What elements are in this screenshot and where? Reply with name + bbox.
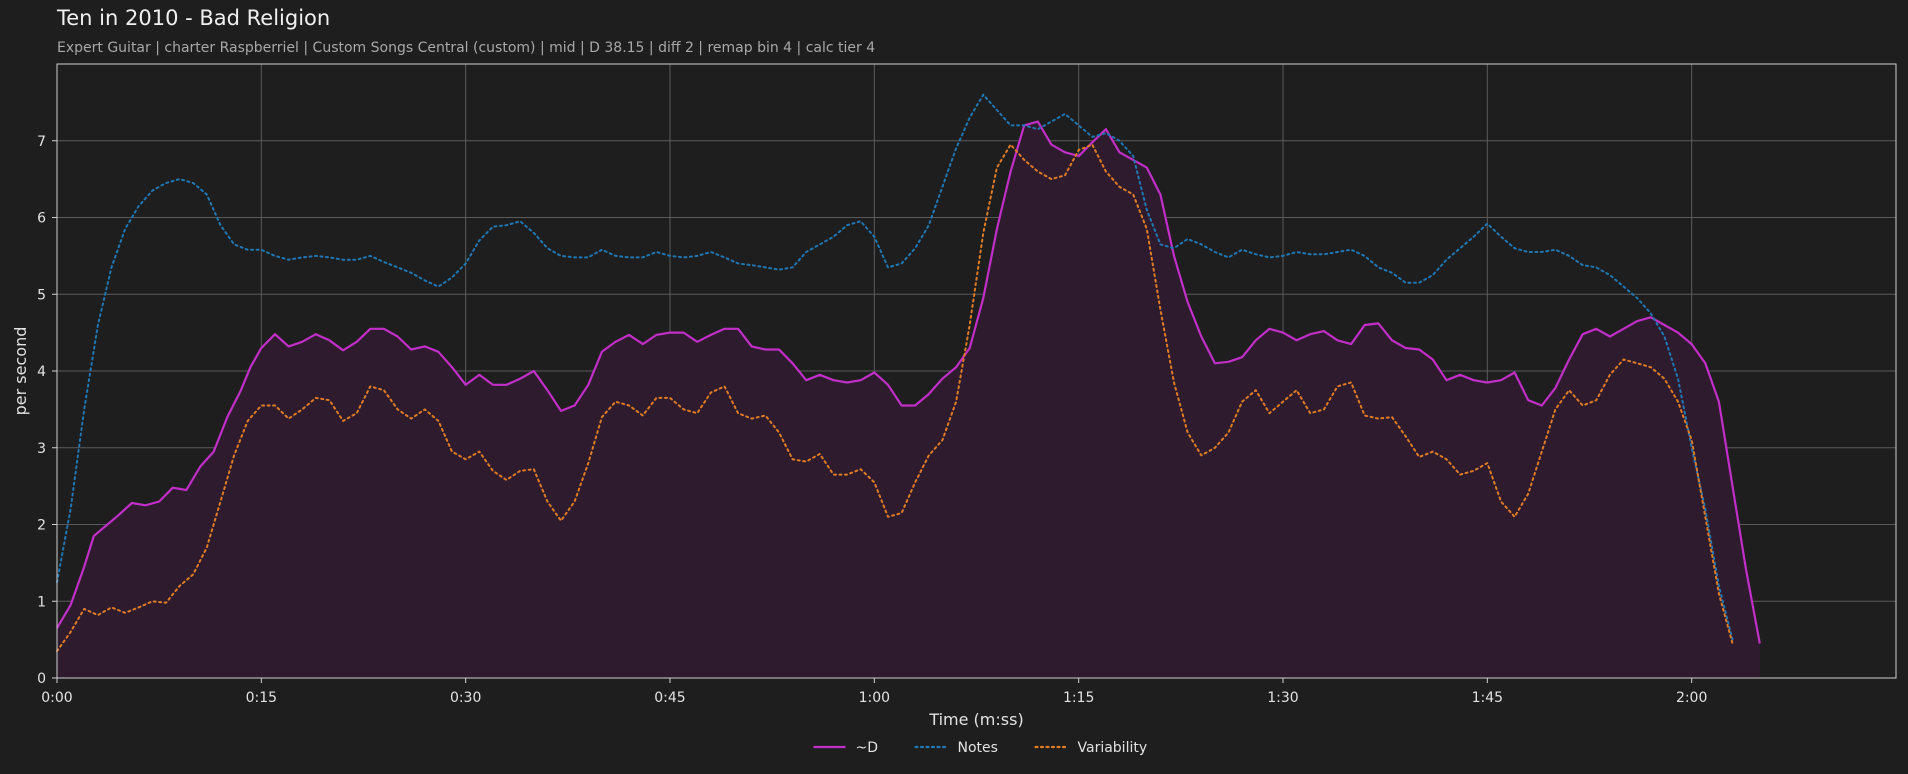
y-tick-label: 1 [37,594,46,610]
y-tick-label: 4 [37,364,46,380]
x-tick-label: 0:00 [41,690,72,706]
y-tick-label: 0 [37,671,46,687]
x-tick-label: 0:45 [654,690,685,706]
x-tick-label: 1:15 [1063,690,1094,706]
y-axis: 0 1 2 3 4 5 6 7 [37,134,57,687]
x-tick-label: 1:00 [859,690,890,706]
legend[interactable]: ~D Notes Variability [813,740,1148,756]
legend-item-variability[interactable]: Variability [1034,740,1148,756]
x-tick-label: 0:30 [450,690,481,706]
legend-label: Notes [958,740,998,756]
x-axis: 0:00 0:15 0:30 0:45 1:00 1:15 1:30 1:45 2:00 [41,678,1707,706]
y-axis-title: per second [11,327,30,416]
legend-item-d[interactable]: ~D [813,740,879,756]
y-tick-label: 5 [37,287,46,303]
x-tick-label: 0:15 [246,690,277,706]
y-tick-label: 2 [37,518,46,534]
x-tick-label: 1:45 [1472,690,1503,706]
x-tick-label: 1:30 [1267,690,1298,706]
y-tick-label: 3 [37,441,46,457]
x-tick-label: 2:00 [1676,690,1707,706]
y-tick-label: 6 [37,211,46,227]
legend-item-notes[interactable]: Notes [914,740,998,756]
legend-label: Variability [1078,740,1148,756]
legend-label: ~D [856,740,879,756]
chart: 0:00 0:15 0:30 0:45 1:00 1:15 1:30 1:45 2:00 0 1 2… [11,63,1897,756]
x-axis-title: Time (m:ss) [928,710,1023,729]
y-tick-label: 7 [37,134,46,150]
